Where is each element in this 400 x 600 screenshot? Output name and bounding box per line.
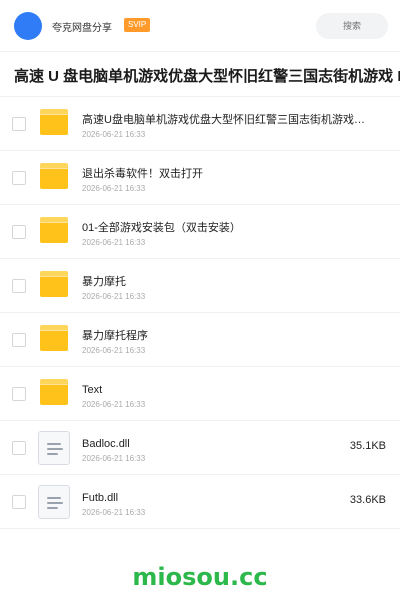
item-name: Futb.dll <box>82 492 119 504</box>
page-title: 高速 U 盘电脑单机游戏优盘大型怀旧红警三国志街机游戏 PC <box>14 68 400 85</box>
row-checkbox[interactable] <box>12 387 26 401</box>
item-name: Text <box>82 384 103 396</box>
list-item[interactable]: Text 2026-06-21 16:33 <box>0 367 400 421</box>
avatar[interactable] <box>14 12 42 40</box>
list-item[interactable]: 01-全部游戏安装包（双击安装） 2026-06-21 16:33 <box>0 205 400 259</box>
list-item[interactable]: 高速U盘电脑单机游戏优盘大型怀旧红警三国志街机游戏合集 2026-06-21 1… <box>0 97 400 151</box>
item-name: 暴力摩托 <box>82 276 126 288</box>
list-item[interactable]: 暴力摩托程序 2026-06-21 16:33 <box>0 313 400 367</box>
share-name: 夸克网盘分享 <box>52 23 112 34</box>
list-item[interactable]: Badloc.dll 2026-06-21 16:33 35.1KB <box>0 421 400 475</box>
list-item[interactable]: Futb.dll 2026-06-21 16:33 33.6KB <box>0 475 400 529</box>
item-date: 2026-06-21 16:33 <box>82 508 146 517</box>
folder-icon <box>40 325 68 351</box>
item-date: 2026-06-21 16:33 <box>82 184 146 193</box>
item-date: 2026-06-21 16:33 <box>82 400 146 409</box>
item-name: 退出杀毒软件！双击打开 <box>82 168 203 180</box>
site-brand: miosou.cc <box>132 563 268 591</box>
list-item[interactable]: 退出杀毒软件！双击打开 2026-06-21 16:33 <box>0 151 400 205</box>
file-icon <box>38 485 70 519</box>
row-checkbox[interactable] <box>12 333 26 347</box>
item-date: 2026-06-21 16:33 <box>82 454 146 463</box>
item-name: Badloc.dll <box>82 438 130 450</box>
item-date: 2026-06-21 16:33 <box>82 346 146 355</box>
item-name: 高速U盘电脑单机游戏优盘大型怀旧红警三国志街机游戏合集 <box>82 114 372 126</box>
file-icon <box>38 431 70 465</box>
search-input[interactable] <box>316 13 388 39</box>
item-date: 2026-06-21 16:33 <box>82 130 146 139</box>
item-name: 01-全部游戏安装包（双击安装） <box>82 222 241 234</box>
row-checkbox[interactable] <box>12 225 26 239</box>
row-checkbox[interactable] <box>12 117 26 131</box>
row-checkbox[interactable] <box>12 441 26 455</box>
folder-icon <box>40 109 68 135</box>
row-checkbox[interactable] <box>12 495 26 509</box>
item-date: 2026-06-21 16:33 <box>82 238 146 247</box>
item-date: 2026-06-21 16:33 <box>82 292 146 301</box>
row-checkbox[interactable] <box>12 279 26 293</box>
folder-icon <box>40 379 68 405</box>
list-item[interactable]: 暴力摩托 2026-06-21 16:33 <box>0 259 400 313</box>
file-list: 高速U盘电脑单机游戏优盘大型怀旧红警三国志街机游戏合集 2026-06-21 1… <box>0 97 400 529</box>
item-size: 33.6KB <box>349 494 386 506</box>
item-size: 35.1KB <box>349 440 386 452</box>
folder-icon <box>40 217 68 243</box>
header: 夸克网盘分享 SVIP <box>0 0 400 52</box>
folder-icon <box>40 271 68 297</box>
folder-icon <box>40 163 68 189</box>
item-name: 暴力摩托程序 <box>82 330 148 342</box>
svip-badge: SVIP <box>124 18 151 32</box>
row-checkbox[interactable] <box>12 171 26 185</box>
